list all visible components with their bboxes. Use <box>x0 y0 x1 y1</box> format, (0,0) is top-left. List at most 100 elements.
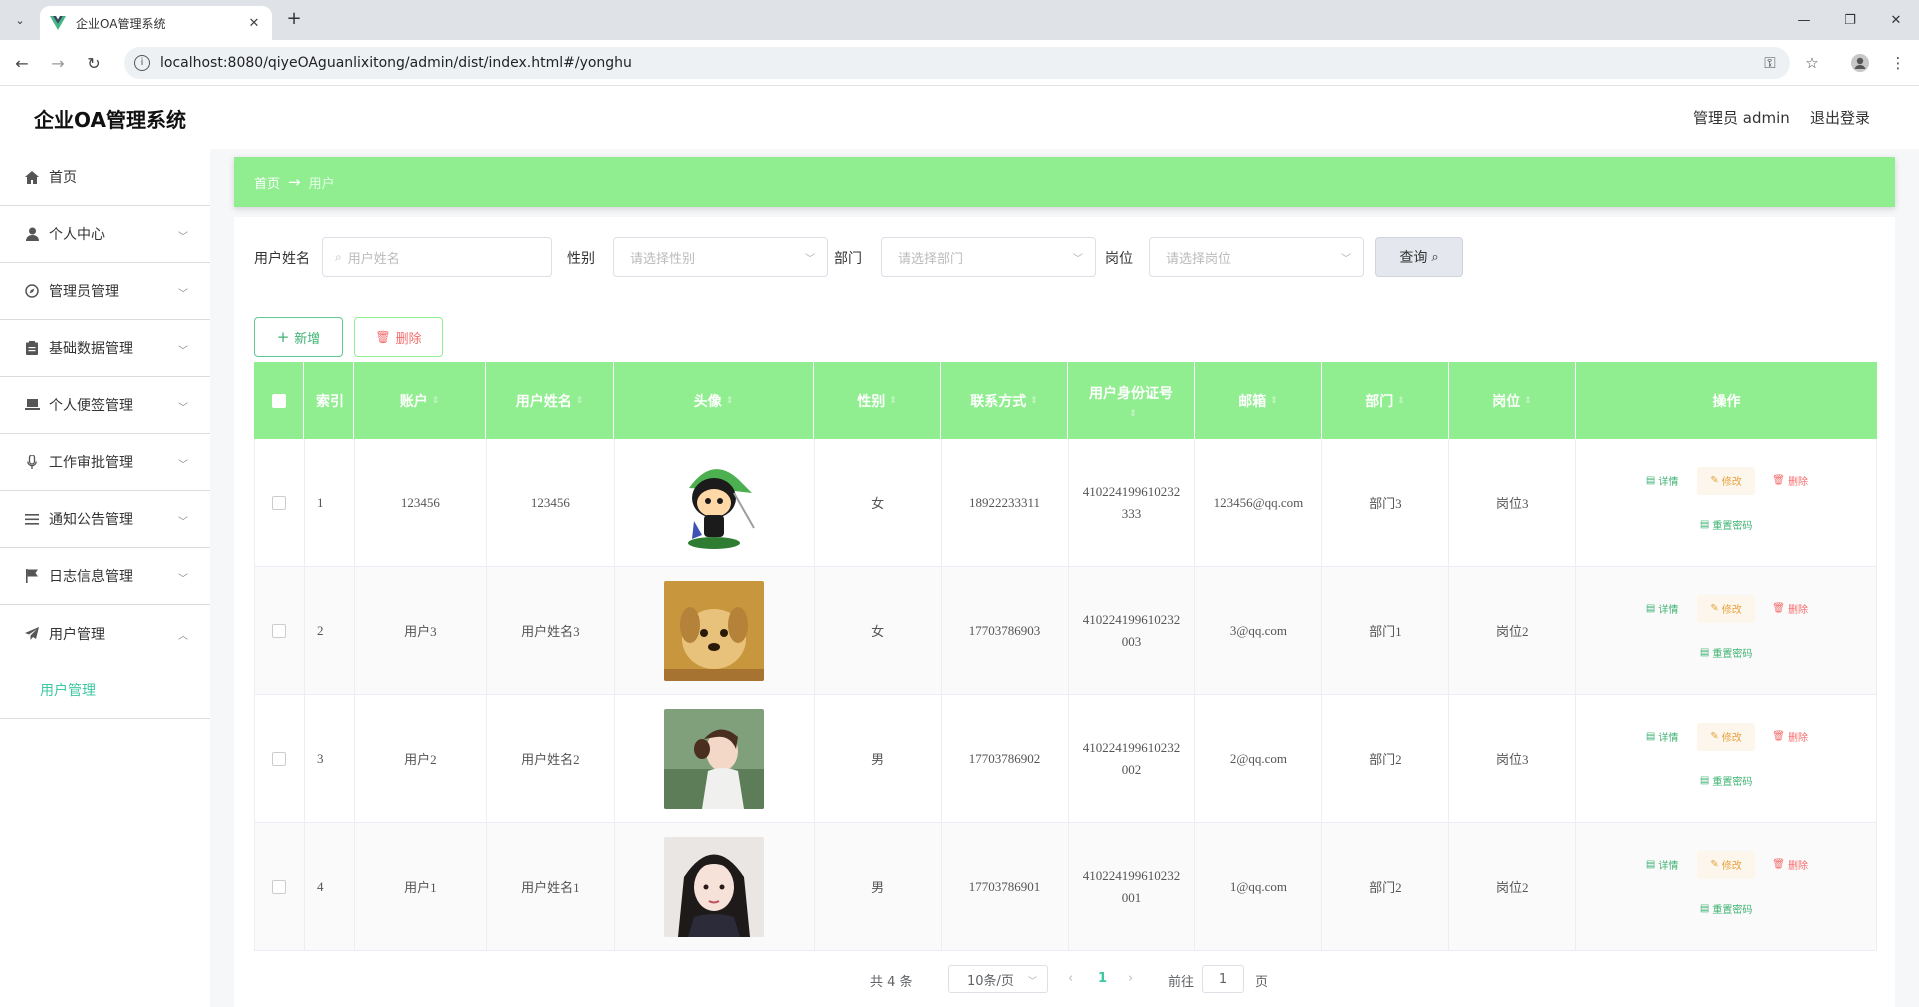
sidebar-item-notice[interactable]: 通知公告管理 ﹀ <box>0 491 210 548</box>
browser-menu-icon[interactable]: ⋮ <box>1884 46 1912 80</box>
sort-icon[interactable]: ⇕ <box>889 396 897 406</box>
profile-icon[interactable] <box>1846 46 1874 80</box>
app-title: 企业OA管理系统 <box>34 108 186 132</box>
forward-icon[interactable]: → <box>46 51 70 75</box>
sidebar-item-admin[interactable]: 管理员管理 ﹀ <box>0 263 210 320</box>
detail-button[interactable]: ▤ 详情 <box>1633 851 1691 879</box>
email-cell: 1@qq.com <box>1195 823 1323 950</box>
col-name[interactable]: 用户姓名 ⇕ <box>486 362 614 439</box>
chevron-up-icon: ︿ <box>178 631 188 642</box>
reset-password-label: 重置密码 <box>1712 521 1753 532</box>
reset-password-button[interactable]: ▤ 重置密码 <box>1690 767 1762 795</box>
detail-button[interactable]: ▤ 详情 <box>1633 723 1691 751</box>
sort-icon[interactable]: ⇕ <box>1270 396 1278 406</box>
avatar-cell <box>615 439 815 566</box>
detail-button[interactable]: ▤ 详情 <box>1633 467 1691 495</box>
select-all-checkbox[interactable] <box>271 393 286 408</box>
new-tab-icon[interactable]: + <box>282 8 306 32</box>
col-id-number[interactable]: 用户身份证号 ⇕ <box>1068 362 1195 439</box>
gender-select[interactable]: 请选择性别 ﹀ <box>613 237 828 277</box>
row-delete-button[interactable]: 🗑 删除 <box>1761 723 1819 751</box>
sort-icon[interactable]: ⇕ <box>1397 396 1405 406</box>
restore-icon[interactable]: ❐ <box>1827 0 1873 40</box>
col-phone[interactable]: 联系方式 ⇕ <box>941 362 1068 439</box>
sidebar-item-notes[interactable]: 个人便签管理 ﹀ <box>0 377 210 434</box>
page-number[interactable]: 1 <box>1098 971 1107 986</box>
sort-icon[interactable]: ⇕ <box>576 396 584 406</box>
browser-tab[interactable]: 企业OA管理系统 ✕ <box>40 6 272 40</box>
col-email[interactable]: 邮箱 ⇕ <box>1195 362 1322 439</box>
reload-icon[interactable]: ↻ <box>82 51 106 75</box>
table-header: 索引 账户 ⇕ 用户姓名 ⇕ 头像 ⇕ 性别 ⇕ 联系方式 ⇕ 用户身份证号 ⇕ 邮箱 ⇕ 部… <box>254 362 1877 439</box>
app-header: 企业OA管理系统 管理员 admin 退出登录 <box>0 87 1919 149</box>
site-info-icon[interactable]: i <box>134 55 150 71</box>
main-content: 首页 → 用户 用户姓名 ⌕ 用户姓名 性别 请选择性别 ﹀ 部门 请选择部门 … <box>210 149 1919 1007</box>
page-size-select[interactable]: 10条/页 ﹀ <box>948 965 1048 993</box>
tab-close-icon[interactable]: ✕ <box>246 16 262 31</box>
sort-icon[interactable]: ⇕ <box>726 396 734 406</box>
id-number-line2: 333 <box>1121 505 1142 521</box>
col-post[interactable]: 岗位 ⇕ <box>1449 362 1576 439</box>
tab-search-icon[interactable]: ⌄ <box>8 8 32 32</box>
logout-button[interactable]: 退出登录 <box>1810 107 1870 128</box>
name-search-input[interactable]: ⌕ 用户姓名 <box>322 237 552 277</box>
edit-icon: ✎ <box>1710 603 1719 614</box>
breadcrumb: 首页 → 用户 <box>234 157 1895 207</box>
post-select[interactable]: 请选择岗位 ﹀ <box>1149 237 1364 277</box>
row-delete-button[interactable]: 🗑 删除 <box>1761 467 1819 495</box>
back-icon[interactable]: ← <box>10 51 34 75</box>
sidebar-item-approval[interactable]: 工作审批管理 ﹀ <box>0 434 210 491</box>
sidebar-item-basic-data[interactable]: 基础数据管理 ﹀ <box>0 320 210 377</box>
reset-password-button[interactable]: ▤ 重置密码 <box>1690 511 1762 539</box>
add-button[interactable]: + 新增 <box>254 317 343 357</box>
col-account[interactable]: 账户 ⇕ <box>354 362 486 439</box>
sidebar-item-users[interactable]: 用户管理 ︿ <box>0 605 210 662</box>
edit-button[interactable]: ✎ 修改 <box>1697 850 1756 879</box>
row-checkbox[interactable] <box>272 879 287 894</box>
reset-password-button[interactable]: ▤ 重置密码 <box>1690 639 1762 667</box>
actions-cell: ▤ 详情 ✎ 修改 🗑 删除 ▤ 重置密码 <box>1576 695 1878 822</box>
sidebar-item-home[interactable]: 首页 <box>0 149 210 206</box>
col-avatar[interactable]: 头像 ⇕ <box>614 362 814 439</box>
row-checkbox[interactable] <box>272 495 287 510</box>
minimize-icon[interactable]: — <box>1781 0 1827 40</box>
row-checkbox[interactable] <box>272 623 287 638</box>
sidebar-item-logs[interactable]: 日志信息管理 ﹀ <box>0 548 210 605</box>
delete-button[interactable]: 🗑 删除 <box>354 317 443 357</box>
dept-select[interactable]: 请选择部门 ﹀ <box>881 237 1096 277</box>
row-delete-label: 删除 <box>1787 605 1808 616</box>
dept-cell: 部门3 <box>1322 439 1450 566</box>
sort-icon[interactable]: ⇕ <box>432 396 440 406</box>
reset-password-label: 重置密码 <box>1712 777 1753 788</box>
search-bar: 用户姓名 ⌕ 用户姓名 性别 请选择性别 ﹀ 部门 请选择部门 ﹀ 岗位 请选择… <box>254 237 1463 277</box>
edit-button[interactable]: ✎ 修改 <box>1697 594 1756 623</box>
col-dept[interactable]: 部门 ⇕ <box>1322 362 1449 439</box>
sort-icon[interactable]: ⇕ <box>1524 396 1532 406</box>
col-gender[interactable]: 性别 ⇕ <box>814 362 941 439</box>
breadcrumb-home[interactable]: 首页 <box>254 173 280 192</box>
next-page-icon[interactable]: › <box>1128 971 1133 986</box>
sidebar-item-personal-center[interactable]: 个人中心 ﹀ <box>0 206 210 263</box>
row-delete-button[interactable]: 🗑 删除 <box>1761 851 1819 879</box>
trash-icon: 🗑 <box>1772 475 1785 486</box>
query-button[interactable]: 查询 ⌕ <box>1375 237 1463 277</box>
id-number-cell: 410224199610232 001 <box>1069 823 1196 950</box>
edit-label: 修改 <box>1721 733 1742 744</box>
edit-button[interactable]: ✎ 修改 <box>1697 722 1756 751</box>
bookmark-star-icon[interactable]: ☆ <box>1798 46 1826 80</box>
reset-password-button[interactable]: ▤ 重置密码 <box>1690 895 1762 923</box>
detail-button[interactable]: ▤ 详情 <box>1633 595 1691 623</box>
close-window-icon[interactable]: ✕ <box>1873 0 1919 40</box>
edit-button[interactable]: ✎ 修改 <box>1697 466 1756 495</box>
sidebar-item-label: 管理员管理 <box>49 284 119 300</box>
sort-icon[interactable]: ⇕ <box>1030 396 1038 406</box>
sidebar-subitem-user-management[interactable]: 用户管理 <box>0 662 210 719</box>
sort-icon[interactable]: ⇕ <box>1129 409 1137 419</box>
goto-page-input[interactable]: 1 <box>1202 965 1244 993</box>
password-key-icon[interactable]: ⚿ <box>1756 46 1784 80</box>
prev-page-icon[interactable]: ‹ <box>1068 971 1073 986</box>
chevron-down-icon: ﹀ <box>805 254 815 265</box>
row-checkbox[interactable] <box>272 751 287 766</box>
row-delete-button[interactable]: 🗑 删除 <box>1761 595 1819 623</box>
url-field[interactable]: i localhost:8080/qiyeOAguanlixitong/admi… <box>124 47 1790 79</box>
